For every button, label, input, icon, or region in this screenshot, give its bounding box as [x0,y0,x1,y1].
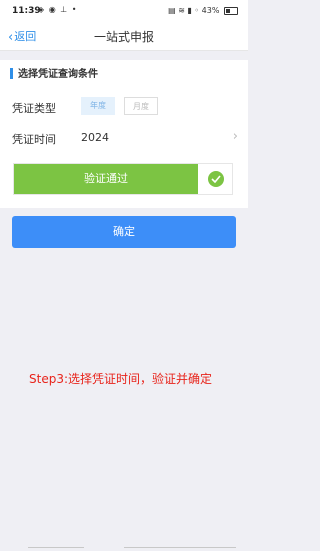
bottom-divider-left [28,547,84,548]
annotation-text: Step3:选择凭证时间，验证并确定 [29,372,213,386]
status-time: 11:39 [12,6,41,16]
check-circle-icon [208,171,224,187]
signal-wifi-icons: ▤ ≋ ▮ ◦ [168,6,200,15]
verify-status-bar: 验证通过 [14,164,198,194]
chevron-right-icon: › [232,129,238,144]
type-option-annual[interactable]: 年度 [81,97,115,115]
page-title: 一站式申报 [93,30,154,44]
bottom-divider-right [180,547,236,548]
battery-percent: 43% [201,6,220,15]
bottom-divider-middle [124,547,180,548]
voucher-time-value: 2024 [81,131,109,144]
query-card: 选择凭证查询条件 凭证类型 年度 月度 凭证时间 2024 › 验证通过 [0,60,248,208]
voucher-time-label: 凭证时间 [12,133,56,146]
section-title: 选择凭证查询条件 [10,68,98,82]
status-bar: 11:39 ◈ ◉ ⊥ • ▤ ≋ ▮ ◦ 43% [0,0,248,24]
voucher-type-label: 凭证类型 [12,102,56,115]
voucher-type-row: 凭证类型 年度 月度 [0,92,248,122]
voucher-time-row[interactable]: 凭证时间 2024 › [0,123,248,153]
nav-bar: ‹返回 一站式申报 [0,24,248,51]
section-accent-bar [10,68,13,79]
verify-box: 验证通过 [13,163,233,195]
confirm-button[interactable]: 确定 [12,216,236,248]
notification-icons: ◈ ◉ ⊥ • [38,5,78,14]
battery-icon [224,6,238,15]
bottom-divider [0,547,248,551]
system-icons: ▤ ≋ ▮ ◦ 43% [168,6,238,15]
type-option-monthly[interactable]: 月度 [124,97,158,115]
